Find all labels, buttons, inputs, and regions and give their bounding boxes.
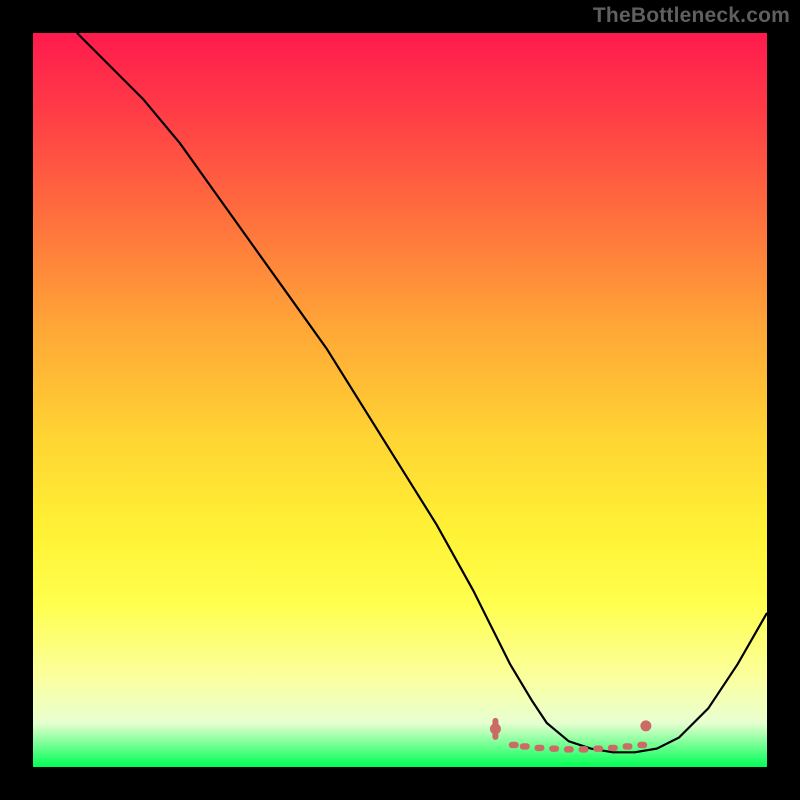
chart-svg (33, 33, 767, 767)
optimal-range-markers (490, 718, 651, 753)
bottleneck-curve-path (77, 33, 767, 752)
marker-dash (637, 742, 647, 748)
marker-dash (564, 746, 574, 752)
watermark-text: TheBottleneck.com (593, 4, 790, 28)
marker-dash (549, 745, 559, 751)
marker-dash (520, 743, 530, 749)
marker-dash (509, 742, 519, 748)
marker-dash (579, 746, 589, 752)
marker-end-dot (640, 720, 651, 731)
plot-area (33, 33, 767, 767)
marker-dash (623, 743, 633, 749)
chart-frame: TheBottleneck.com (0, 0, 800, 800)
marker-dash (534, 745, 544, 751)
marker-dash (593, 745, 603, 751)
marker-dash (608, 745, 618, 751)
marker-start-bar (492, 718, 498, 740)
